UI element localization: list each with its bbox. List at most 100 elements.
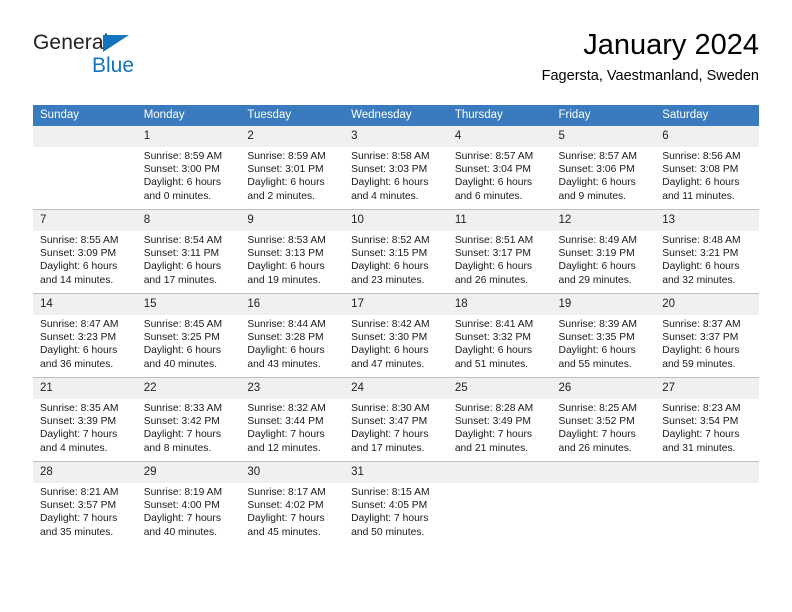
sunrise-time: Sunrise: 8:58 AM	[351, 151, 430, 162]
calendar-day-cell[interactable]: 26 Sunrise: 8:25 AM Sunset: 3:52 PM Dayligh…	[551, 377, 656, 462]
daylight-duration-line1: Daylight: 6 hours	[247, 261, 325, 273]
calendar-day-cell[interactable]: 1 Sunrise: 8:59 AM Sunset: 3:00 PM Daylight…	[136, 126, 241, 210]
empty-day-cell	[447, 462, 552, 545]
day-number: 4	[447, 126, 552, 147]
calendar-day-cell[interactable]: 8 Sunrise: 8:54 AM Sunset: 3:11 PM Daylight…	[136, 209, 241, 294]
calendar-day-cell[interactable]: 19 Sunrise: 8:39 AM Sunset: 3:35 PM Dayligh…	[551, 293, 656, 378]
sunrise-time: Sunrise: 8:45 AM	[143, 319, 223, 330]
sunset-time: Sunset: 3:37 PM	[662, 332, 739, 344]
daylight-duration-line2: and 43 minutes.	[247, 358, 321, 370]
day-number: 1	[136, 126, 241, 147]
day-sun-info: Sunrise: 8:52 AM Sunset: 3:15 PM Daylight:…	[344, 231, 448, 287]
weekday-header-wednesday: Wednesday	[344, 105, 448, 126]
day-sun-info: Sunrise: 8:59 AM Sunset: 3:01 PM Daylight:…	[240, 147, 344, 203]
calendar-day-cell[interactable]: 21 Sunrise: 8:35 AM Sunset: 3:39 PM Dayligh…	[33, 377, 137, 462]
calendar-day-cell[interactable]: 14 Sunrise: 8:47 AM Sunset: 3:23 PM Dayligh…	[33, 293, 137, 378]
calendar-day-cell[interactable]: 12 Sunrise: 8:49 AM Sunset: 3:19 PM Dayligh…	[551, 209, 656, 294]
day-cell: 12 Sunrise: 8:49 AM Sunset: 3:19 PM Dayligh…	[551, 210, 656, 293]
sunset-time: Sunset: 3:06 PM	[558, 164, 635, 176]
day-sun-info: Sunrise: 8:44 AM Sunset: 3:28 PM Daylight:…	[240, 315, 344, 371]
calendar-day-cell[interactable]: 6 Sunrise: 8:56 AM Sunset: 3:08 PM Daylight…	[655, 126, 759, 210]
day-sun-info: Sunrise: 8:15 AM Sunset: 4:05 PM Daylight:…	[344, 483, 448, 539]
calendar-day-cell[interactable]: 10 Sunrise: 8:52 AM Sunset: 3:15 PM Dayligh…	[344, 209, 448, 294]
day-number: 17	[344, 294, 448, 315]
calendar-day-cell[interactable]: 20 Sunrise: 8:37 AM Sunset: 3:37 PM Dayligh…	[655, 293, 759, 378]
calendar-grid: Sunday Monday Tuesday Wednesday Thursday…	[33, 105, 759, 545]
calendar-day-cell[interactable]: 13 Sunrise: 8:48 AM Sunset: 3:21 PM Dayligh…	[655, 209, 759, 294]
day-sun-info: Sunrise: 8:45 AM Sunset: 3:25 PM Daylight:…	[137, 315, 241, 371]
sunrise-time: Sunrise: 8:54 AM	[143, 235, 223, 246]
day-cell: 5 Sunrise: 8:57 AM Sunset: 3:06 PM Daylight…	[551, 126, 656, 209]
day-cell: 2 Sunrise: 8:59 AM Sunset: 3:01 PM Daylight…	[240, 126, 345, 209]
general-blue-logo: General Blue	[33, 32, 233, 88]
calendar-week-row: 21 Sunrise: 8:35 AM Sunset: 3:39 PM Dayligh…	[33, 377, 759, 462]
calendar-day-cell[interactable]: 5 Sunrise: 8:57 AM Sunset: 3:06 PM Daylight…	[551, 126, 656, 210]
day-sun-info: Sunrise: 8:30 AM Sunset: 3:47 PM Daylight:…	[344, 399, 448, 455]
day-number: 21	[33, 378, 137, 399]
calendar-day-cell[interactable]: 25 Sunrise: 8:28 AM Sunset: 3:49 PM Dayligh…	[447, 377, 552, 462]
day-cell: 30 Sunrise: 8:17 AM Sunset: 4:02 PM Dayligh…	[240, 462, 345, 545]
empty-day-cell	[655, 462, 759, 545]
day-number: 9	[240, 210, 345, 231]
day-number: 12	[551, 210, 656, 231]
daylight-duration-line2: and 51 minutes.	[454, 358, 529, 370]
sunset-time: Sunset: 4:05 PM	[351, 500, 428, 512]
sunset-time: Sunset: 3:57 PM	[40, 500, 117, 512]
day-cell: 3 Sunrise: 8:58 AM Sunset: 3:03 PM Daylight…	[344, 126, 448, 209]
day-cell: 1 Sunrise: 8:59 AM Sunset: 3:00 PM Daylight…	[136, 126, 241, 209]
calendar-day-cell[interactable]: 7 Sunrise: 8:55 AM Sunset: 3:09 PM Daylight…	[33, 209, 137, 294]
calendar-day-cell[interactable]: 29 Sunrise: 8:19 AM Sunset: 4:00 PM Dayligh…	[136, 461, 241, 545]
day-number: 31	[344, 462, 448, 483]
daylight-duration-line2: and 40 minutes.	[143, 358, 217, 370]
day-number: 8	[136, 210, 241, 231]
page-header: General Blue January 2024 Fagersta, Vaes…	[33, 28, 759, 96]
calendar-day-cell[interactable]: 11 Sunrise: 8:51 AM Sunset: 3:17 PM Dayligh…	[447, 209, 552, 294]
day-cell: 25 Sunrise: 8:28 AM Sunset: 3:49 PM Dayligh…	[447, 378, 552, 461]
weekday-header-friday: Friday	[551, 105, 656, 126]
calendar-day-cell[interactable]: 3 Sunrise: 8:58 AM Sunset: 3:03 PM Daylight…	[344, 126, 448, 210]
calendar-day-cell[interactable]: 15 Sunrise: 8:45 AM Sunset: 3:25 PM Dayligh…	[136, 293, 241, 378]
calendar-day-cell[interactable]: 4 Sunrise: 8:57 AM Sunset: 3:04 PM Daylight…	[447, 126, 552, 210]
sunrise-time: Sunrise: 8:35 AM	[40, 403, 119, 414]
sunset-time: Sunset: 3:42 PM	[143, 416, 220, 428]
weekday-header-sunday: Sunday	[33, 105, 137, 126]
calendar-day-cell[interactable]: 2 Sunrise: 8:59 AM Sunset: 3:01 PM Daylight…	[240, 126, 345, 210]
calendar-day-cell[interactable]: 17 Sunrise: 8:42 AM Sunset: 3:30 PM Dayligh…	[344, 293, 448, 378]
logo-word-general: General	[33, 31, 109, 54]
calendar-day-cell	[33, 126, 137, 210]
day-number: 11	[447, 210, 552, 231]
day-cell: 4 Sunrise: 8:57 AM Sunset: 3:04 PM Daylight…	[447, 126, 552, 209]
daylight-duration-line2: and 6 minutes.	[454, 190, 523, 202]
calendar-day-cell[interactable]: 9 Sunrise: 8:53 AM Sunset: 3:13 PM Daylight…	[240, 209, 345, 294]
daylight-duration-line1: Daylight: 6 hours	[351, 345, 429, 357]
daylight-duration-line2: and 8 minutes.	[143, 442, 212, 454]
sunrise-time: Sunrise: 8:41 AM	[454, 319, 534, 330]
calendar-day-cell[interactable]: 24 Sunrise: 8:30 AM Sunset: 3:47 PM Dayligh…	[344, 377, 448, 462]
calendar-day-cell[interactable]: 16 Sunrise: 8:44 AM Sunset: 3:28 PM Dayligh…	[240, 293, 345, 378]
daylight-duration-line1: Daylight: 7 hours	[143, 429, 221, 441]
day-cell: 11 Sunrise: 8:51 AM Sunset: 3:17 PM Dayligh…	[447, 210, 552, 293]
calendar-day-cell[interactable]: 22 Sunrise: 8:33 AM Sunset: 3:42 PM Dayligh…	[136, 377, 241, 462]
daylight-duration-line1: Daylight: 6 hours	[351, 261, 429, 273]
daylight-duration-line1: Daylight: 6 hours	[247, 177, 325, 189]
daylight-duration-line2: and 11 minutes.	[662, 190, 735, 202]
day-number: 28	[33, 462, 137, 483]
sunset-time: Sunset: 3:28 PM	[247, 332, 324, 344]
calendar-day-cell[interactable]: 31 Sunrise: 8:15 AM Sunset: 4:05 PM Dayligh…	[344, 461, 448, 545]
calendar-day-cell[interactable]: 30 Sunrise: 8:17 AM Sunset: 4:02 PM Dayligh…	[240, 461, 345, 545]
daylight-duration-line2: and 35 minutes.	[40, 526, 114, 538]
daylight-duration-line2: and 0 minutes.	[143, 190, 212, 202]
daylight-duration-line1: Daylight: 7 hours	[143, 513, 221, 525]
calendar-day-cell[interactable]: 23 Sunrise: 8:32 AM Sunset: 3:44 PM Dayligh…	[240, 377, 345, 462]
daylight-duration-line1: Daylight: 7 hours	[662, 429, 740, 441]
daylight-duration-line1: Daylight: 6 hours	[454, 177, 533, 189]
daylight-duration-line1: Daylight: 7 hours	[40, 429, 118, 441]
sunset-time: Sunset: 3:35 PM	[558, 332, 635, 344]
sunrise-time: Sunrise: 8:48 AM	[662, 235, 741, 246]
weekday-header-thursday: Thursday	[447, 105, 552, 126]
calendar-day-cell[interactable]: 28 Sunrise: 8:21 AM Sunset: 3:57 PM Dayligh…	[33, 461, 137, 545]
daylight-duration-line2: and 19 minutes.	[247, 274, 321, 286]
calendar-day-cell[interactable]: 27 Sunrise: 8:23 AM Sunset: 3:54 PM Dayligh…	[655, 377, 759, 462]
page-title: January 2024	[583, 29, 759, 61]
calendar-day-cell[interactable]: 18 Sunrise: 8:41 AM Sunset: 3:32 PM Dayligh…	[447, 293, 552, 378]
